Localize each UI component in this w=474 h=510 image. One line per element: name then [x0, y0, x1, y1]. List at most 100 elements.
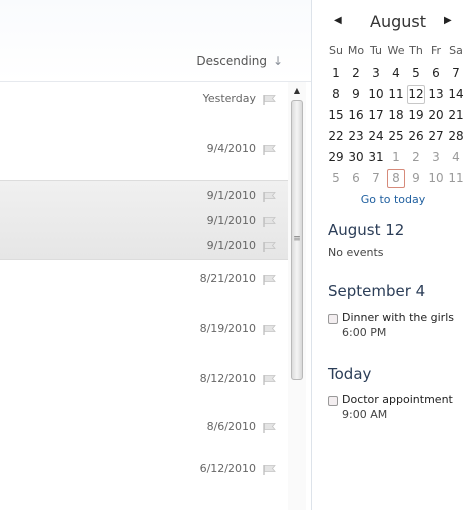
list-item-date: 9/1/2010	[206, 189, 256, 202]
list-item-date: 9/1/2010	[206, 239, 256, 252]
agenda-no-events: No events	[328, 246, 384, 259]
calendar-day[interactable]: 7	[446, 63, 466, 84]
calendar-day[interactable]: 13	[426, 84, 446, 105]
calendar-day[interactable]: 10	[366, 84, 386, 105]
calendar-day[interactable]: 31	[366, 147, 386, 168]
calendar-day[interactable]: 26	[406, 126, 426, 147]
calendar-day-other-month[interactable]: 1	[386, 147, 406, 168]
list-item[interactable]: 8/12/2010	[0, 368, 288, 392]
list-item[interactable]: 8/19/2010	[0, 318, 288, 342]
flag-icon[interactable]	[262, 324, 278, 336]
calendar-day[interactable]: 5	[406, 63, 426, 84]
calendar-day[interactable]: 1	[326, 63, 346, 84]
calendar-week: 29 30 31 1 2 3 4	[326, 147, 466, 168]
list-item[interactable]: 8/21/2010	[0, 268, 288, 292]
calendar-day-other-month[interactable]: 7	[366, 168, 386, 189]
calendar-day-selected[interactable]: 12	[406, 84, 426, 105]
calendar-day[interactable]: 29	[326, 147, 346, 168]
calendar-day[interactable]: 27	[426, 126, 446, 147]
calendar-day[interactable]: 22	[326, 126, 346, 147]
scroll-up-icon[interactable]: ▲	[288, 84, 306, 98]
calendar-day[interactable]: 6	[426, 63, 446, 84]
flag-icon[interactable]	[262, 241, 278, 253]
calendar-day[interactable]: 8	[326, 84, 346, 105]
calendar-week: 22 23 24 25 26 27 28	[326, 126, 466, 147]
calendar-day-other-month[interactable]: 2	[406, 147, 426, 168]
list-item[interactable]: 9/1/2010	[0, 210, 288, 234]
calendar-day[interactable]: 2	[346, 63, 366, 84]
weekday-label: Fr	[430, 44, 442, 57]
message-list-pane: Descending ↓ Yesterday 9/4/2010 9/1/2010…	[0, 0, 311, 510]
calendar-day[interactable]: 25	[386, 126, 406, 147]
weekday-label: We	[387, 44, 405, 57]
chevron-left-icon[interactable]: ◀	[334, 15, 342, 26]
month-label[interactable]: August	[370, 12, 426, 31]
weekday-label: Tu	[369, 44, 383, 57]
month-navigator: ◀ August ▶	[312, 12, 474, 34]
calendar-day-other-month[interactable]: 10	[426, 168, 446, 189]
calendar-day[interactable]: 14	[446, 84, 466, 105]
list-item[interactable]: 9/1/2010	[0, 235, 288, 259]
calendar-day[interactable]: 16	[346, 105, 366, 126]
calendar-day-other-month[interactable]: 3	[426, 147, 446, 168]
scrollbar-thumb[interactable]: ≡	[291, 100, 303, 380]
calendar-day[interactable]: 19	[406, 105, 426, 126]
calendar-day[interactable]: 30	[346, 147, 366, 168]
list-item[interactable]: 9/1/2010	[0, 185, 288, 209]
flag-icon[interactable]	[262, 216, 278, 228]
calendar-day-other-month[interactable]: 6	[346, 168, 366, 189]
event-checkbox[interactable]	[328, 314, 338, 324]
weekday-label: Sa	[449, 44, 463, 57]
list-item-date: 8/19/2010	[199, 322, 256, 335]
calendar-day-other-month[interactable]: 4	[446, 147, 466, 168]
vertical-scrollbar[interactable]: ▲ ≡	[288, 82, 306, 510]
list-item-date: 8/6/2010	[206, 420, 256, 433]
list-item[interactable]: Yesterday	[0, 88, 288, 112]
list-item-date: Yesterday	[202, 92, 256, 105]
event-title: Dinner with the girls	[342, 311, 454, 324]
flag-icon[interactable]	[262, 94, 278, 106]
calendar-day[interactable]: 20	[426, 105, 446, 126]
flag-icon[interactable]	[262, 464, 278, 476]
calendar-day[interactable]: 9	[346, 84, 366, 105]
calendar-day-other-month[interactable]: 9	[406, 168, 426, 189]
grip-icon: ≡	[293, 234, 301, 244]
calendar-week: 15 16 17 18 19 20 21	[326, 105, 466, 126]
calendar-day[interactable]: 3	[366, 63, 386, 84]
calendar-day[interactable]: 4	[386, 63, 406, 84]
go-to-today-link[interactable]: Go to today	[312, 193, 474, 206]
flag-icon[interactable]	[262, 191, 278, 203]
agenda-day-title: September 4	[328, 282, 426, 300]
calendar-week: 1 2 3 4 5 6 7	[326, 63, 466, 84]
weekday-label: Su	[329, 44, 343, 57]
calendar-week: 5 6 7 8 9 10 11	[326, 168, 466, 189]
sort-order-label[interactable]: Descending	[196, 54, 267, 68]
list-item[interactable]: 8/6/2010	[0, 416, 288, 440]
calendar-week: 8 9 10 11 12 13 14	[326, 84, 466, 105]
calendar-day[interactable]: 28	[446, 126, 466, 147]
event-title: Doctor appointment	[342, 393, 453, 406]
calendar-day[interactable]: 23	[346, 126, 366, 147]
weekday-header: Su Mo Tu We Th Fr Sa	[326, 42, 466, 63]
flag-icon[interactable]	[262, 422, 278, 434]
calendar-day-other-month[interactable]: 5	[326, 168, 346, 189]
flag-icon[interactable]	[262, 144, 278, 156]
calendar-day-other-month[interactable]: 11	[446, 168, 466, 189]
chevron-right-icon[interactable]: ▶	[444, 15, 452, 26]
mini-calendar: Su Mo Tu We Th Fr Sa 1 2 3 4 5 6 7 8 9 1…	[326, 42, 466, 189]
calendar-day[interactable]: 17	[366, 105, 386, 126]
flag-icon[interactable]	[262, 374, 278, 386]
calendar-day[interactable]: 24	[366, 126, 386, 147]
calendar-day-today[interactable]: 8	[386, 168, 406, 189]
event-checkbox[interactable]	[328, 396, 338, 406]
calendar-day[interactable]: 18	[386, 105, 406, 126]
arrow-down-icon[interactable]: ↓	[273, 54, 283, 68]
calendar-day[interactable]: 11	[386, 84, 406, 105]
calendar-day[interactable]: 15	[326, 105, 346, 126]
list-item-date: 9/1/2010	[206, 214, 256, 227]
calendar-day[interactable]: 21	[446, 105, 466, 126]
list-item[interactable]: 6/12/2010	[0, 458, 288, 482]
agenda-day-title: Today	[328, 365, 372, 383]
flag-icon[interactable]	[262, 274, 278, 286]
list-item[interactable]: 9/4/2010	[0, 138, 288, 162]
